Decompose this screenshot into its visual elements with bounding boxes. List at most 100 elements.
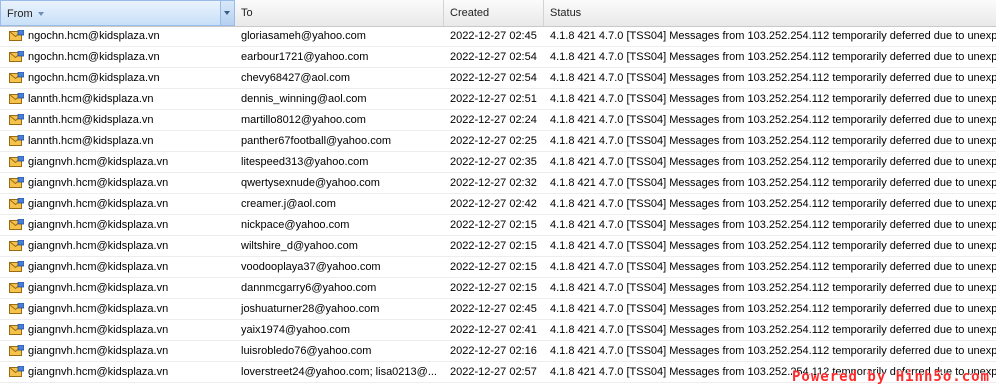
cell-created: 2022-12-27 02:54 (450, 72, 537, 84)
cell-status: 4.1.8 421 4.7.0 [TSS04] Messages from 10… (550, 324, 996, 336)
cell-created: 2022-12-27 02:15 (450, 261, 537, 273)
cell-created: 2022-12-27 02:32 (450, 177, 537, 189)
table-row[interactable]: ngochn.hcm@kidsplaza.vn gloriasameh@yahoo… (0, 26, 996, 47)
cell-from: giangnvh.hcm@kidsplaza.vn (0, 299, 235, 319)
cell-created: 2022-12-27 02:54 (450, 51, 537, 63)
table-row[interactable]: giangnvh.hcm@kidsplaza.vn qwertysexnude@y… (0, 173, 996, 194)
from-address: giangnvh.hcm@kidsplaza.vn (28, 282, 169, 294)
from-address: giangnvh.hcm@kidsplaza.vn (28, 156, 169, 168)
column-menu-button[interactable] (220, 1, 234, 25)
envelope-icon (9, 260, 25, 273)
cell-status: 4.1.8 421 4.7.0 [TSS04] Messages from 10… (550, 282, 996, 294)
cell-to: luisrobledo76@yahoo.com (241, 345, 372, 357)
cell-to: panther67football@yahoo.com (241, 135, 391, 147)
table-row[interactable]: giangnvh.hcm@kidsplaza.vn joshuaturner28@… (0, 299, 996, 320)
cell-created: 2022-12-27 02:35 (450, 156, 537, 168)
cell-to: dannmcgarry6@yahoo.com (241, 282, 377, 294)
from-address: lannth.hcm@kidsplaza.vn (28, 135, 154, 147)
cell-from: giangnvh.hcm@kidsplaza.vn (0, 257, 235, 277)
envelope-icon (9, 92, 25, 105)
column-header-created-label: Created (450, 7, 490, 19)
from-address: giangnvh.hcm@kidsplaza.vn (28, 324, 169, 336)
cell-to: litespeed313@yahoo.com (241, 156, 369, 168)
table-row[interactable]: giangnvh.hcm@kidsplaza.vn wiltshire_d@yah… (0, 236, 996, 257)
table-row[interactable]: giangnvh.hcm@kidsplaza.vn yaix1974@yahoo.… (0, 320, 996, 341)
table-row[interactable]: ngochn.hcm@kidsplaza.vn earbour1721@yahoo… (0, 47, 996, 68)
cell-to: yaix1974@yahoo.com (241, 324, 351, 336)
column-header-from[interactable]: From (0, 0, 235, 26)
table-row[interactable]: giangnvh.hcm@kidsplaza.vn litespeed313@ya… (0, 152, 996, 173)
cell-to: joshuaturner28@yahoo.com (241, 303, 380, 315)
cell-from: lannth.hcm@kidsplaza.vn (0, 110, 235, 130)
table-row[interactable]: giangnvh.hcm@kidsplaza.vn creamer.j@aol.c… (0, 194, 996, 215)
table-row[interactable]: lannth.hcm@kidsplaza.vn martillo8012@yaho… (0, 110, 996, 131)
column-header-to-label: To (241, 7, 253, 19)
cell-from: lannth.hcm@kidsplaza.vn (0, 131, 235, 151)
table-row[interactable]: lannth.hcm@kidsplaza.vn dennis_winning@ao… (0, 89, 996, 110)
cell-created: 2022-12-27 02:51 (450, 93, 537, 105)
from-address: giangnvh.hcm@kidsplaza.vn (28, 261, 169, 273)
table-row[interactable]: ngochn.hcm@kidsplaza.vn chevy68427@aol.co… (0, 68, 996, 89)
cell-to: nickpace@yahoo.com (241, 219, 350, 231)
envelope-icon (9, 113, 25, 126)
cell-status: 4.1.8 421 4.7.0 [TSS04] Messages from 10… (550, 51, 996, 63)
cell-to: dennis_winning@aol.com (241, 93, 367, 105)
column-header-from-label: From (7, 8, 33, 20)
sort-descending-icon (37, 12, 44, 17)
cell-from: giangnvh.hcm@kidsplaza.vn (0, 278, 235, 298)
cell-status: 4.1.8 421 4.7.0 [TSS04] Messages from 10… (550, 93, 996, 105)
from-address: giangnvh.hcm@kidsplaza.vn (28, 198, 169, 210)
cell-created: 2022-12-27 02:25 (450, 135, 537, 147)
cell-from: giangnvh.hcm@kidsplaza.vn (0, 215, 235, 235)
cell-status: 4.1.8 421 4.7.0 [TSS04] Messages from 10… (550, 177, 996, 189)
cell-status: 4.1.8 421 4.7.0 [TSS04] Messages from 10… (550, 198, 996, 210)
envelope-icon (9, 29, 25, 42)
table-row[interactable]: giangnvh.hcm@kidsplaza.vn luisrobledo76@y… (0, 341, 996, 362)
table-row[interactable]: giangnvh.hcm@kidsplaza.vn voodooplaya37@y… (0, 257, 996, 278)
envelope-icon (9, 176, 25, 189)
from-address: lannth.hcm@kidsplaza.vn (28, 114, 154, 126)
table-row[interactable]: giangnvh.hcm@kidsplaza.vn nickpace@yahoo.… (0, 215, 996, 236)
from-address: giangnvh.hcm@kidsplaza.vn (28, 240, 169, 252)
column-header-status[interactable]: Status (544, 0, 996, 26)
column-header-to[interactable]: To (235, 0, 444, 26)
cell-created: 2022-12-27 02:45 (450, 30, 537, 42)
cell-created: 2022-12-27 02:41 (450, 324, 537, 336)
cell-from: giangnvh.hcm@kidsplaza.vn (0, 341, 235, 361)
cell-created: 2022-12-27 02:45 (450, 303, 537, 315)
envelope-icon (9, 197, 25, 210)
cell-from: giangnvh.hcm@kidsplaza.vn (0, 236, 235, 256)
cell-from: giangnvh.hcm@kidsplaza.vn (0, 194, 235, 214)
cell-status: 4.1.8 421 4.7.0 [TSS04] Messages from 10… (550, 303, 996, 315)
envelope-icon (9, 71, 25, 84)
table-row[interactable]: giangnvh.hcm@kidsplaza.vn dannmcgarry6@ya… (0, 278, 996, 299)
chevron-down-icon (224, 11, 230, 15)
envelope-icon (9, 281, 25, 294)
cell-to: creamer.j@aol.com (241, 198, 336, 210)
cell-from: giangnvh.hcm@kidsplaza.vn (0, 320, 235, 340)
cell-from: giangnvh.hcm@kidsplaza.vn (0, 152, 235, 172)
from-address: ngochn.hcm@kidsplaza.vn (28, 72, 160, 84)
cell-created: 2022-12-27 02:15 (450, 219, 537, 231)
cell-status: 4.1.8 421 4.7.0 [TSS04] Messages from 10… (550, 156, 996, 168)
cell-created: 2022-12-27 02:15 (450, 240, 537, 252)
cell-status: 4.1.8 421 4.7.0 [TSS04] Messages from 10… (550, 114, 996, 126)
grid-header: From To Created Status (0, 0, 996, 27)
from-address: giangnvh.hcm@kidsplaza.vn (28, 345, 169, 357)
cell-status: 4.1.8 421 4.7.0 [TSS04] Messages from 10… (550, 345, 996, 357)
table-row[interactable]: lannth.hcm@kidsplaza.vn panther67football… (0, 131, 996, 152)
envelope-icon (9, 302, 25, 315)
cell-created: 2022-12-27 02:42 (450, 198, 537, 210)
cell-created: 2022-12-27 02:15 (450, 282, 537, 294)
cell-status: 4.1.8 421 4.7.0 [TSS04] Messages from 10… (550, 30, 996, 42)
cell-status: 4.1.8 421 4.7.0 [TSS04] Messages from 10… (550, 72, 996, 84)
cell-from: lannth.hcm@kidsplaza.vn (0, 89, 235, 109)
cell-to: gloriasameh@yahoo.com (241, 30, 366, 42)
envelope-icon (9, 218, 25, 231)
cell-to: chevy68427@aol.com (241, 72, 351, 84)
cell-to: qwertysexnude@yahoo.com (241, 177, 380, 189)
cell-status: 4.1.8 421 4.7.0 [TSS04] Messages from 10… (550, 135, 996, 147)
from-address: ngochn.hcm@kidsplaza.vn (28, 51, 160, 63)
column-header-created[interactable]: Created (444, 0, 544, 26)
cell-to: earbour1721@yahoo.com (241, 51, 369, 63)
